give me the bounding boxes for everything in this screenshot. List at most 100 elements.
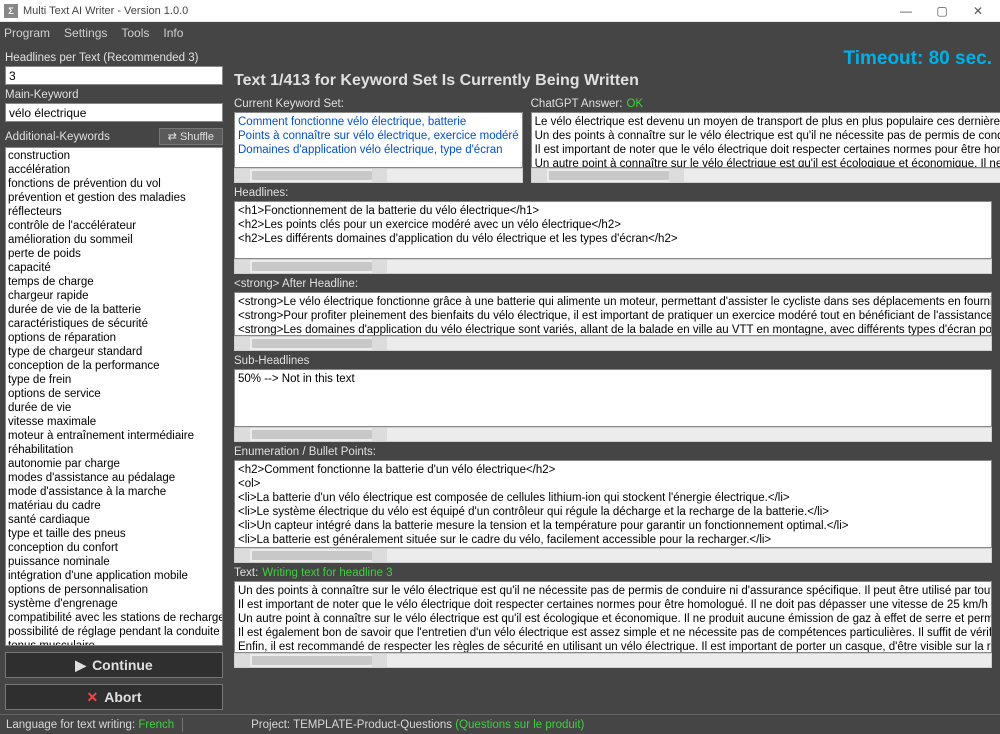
h-scrollbar[interactable] <box>234 336 992 351</box>
list-item[interactable]: système d'engrenage <box>8 597 220 611</box>
headlines-label: Headlines: <box>234 187 992 199</box>
panel-line: Le vélo électrique est devenu un moyen d… <box>535 115 1000 129</box>
progress-heading: Text 1/413 for Keyword Set Is Currently … <box>234 72 992 90</box>
additional-keywords-label: Additional-Keywords <box>5 131 110 143</box>
panel-line: Points à connaître sur vélo électrique, … <box>238 129 519 143</box>
panel-line: <li>La batterie d'un vélo électrique est… <box>238 491 988 505</box>
panel-line: <strong>Le vélo électrique fonctionne gr… <box>238 295 988 309</box>
panel-line: 50% --> Not in this text <box>238 372 988 386</box>
main-keyword-input[interactable] <box>5 103 223 122</box>
h-scrollbar[interactable] <box>234 427 992 442</box>
list-item[interactable]: tonus musculaire <box>8 639 220 646</box>
list-item[interactable]: chargeur rapide <box>8 289 220 303</box>
left-panel: Headlines per Text (Recommended 3) Main-… <box>0 44 228 714</box>
panel-line: Un des points à connaître sur le vélo él… <box>535 129 1000 143</box>
list-item[interactable]: caractéristiques de sécurité <box>8 317 220 331</box>
list-item[interactable]: amélioration du sommeil <box>8 233 220 247</box>
panel-line: <strong>Pour profiter pleinement des bie… <box>238 309 988 323</box>
panel-line: <li>Le système électrique du vélo est éq… <box>238 505 988 519</box>
list-item[interactable]: conception de la performance <box>8 359 220 373</box>
panel-line: <ol> <box>238 477 988 491</box>
minimize-button[interactable]: — <box>888 4 924 18</box>
maximize-button[interactable]: ▢ <box>924 4 960 18</box>
text-status: Writing text for headline 3 <box>262 567 392 579</box>
right-panel: Timeout: 80 sec. Text 1/413 for Keyword … <box>228 44 1000 714</box>
list-item[interactable]: durée de vie <box>8 401 220 415</box>
list-item[interactable]: perte de poids <box>8 247 220 261</box>
list-item[interactable]: mode d'assistance à la marche <box>8 485 220 499</box>
list-item[interactable]: options de service <box>8 387 220 401</box>
status-language-value: French <box>138 719 174 731</box>
list-item[interactable]: autonomie par charge <box>8 457 220 471</box>
list-item[interactable]: vitesse maximale <box>8 415 220 429</box>
panel-line: <h2>Comment fonctionne la batterie d'un … <box>238 463 988 477</box>
list-item[interactable]: fonctions de prévention du vol <box>8 177 220 191</box>
abort-button[interactable]: ✕ Abort <box>5 684 223 710</box>
list-item[interactable]: réflecteurs <box>8 205 220 219</box>
enumeration-panel[interactable]: <h2>Comment fonctionne la batterie d'un … <box>234 460 992 548</box>
h-scrollbar[interactable] <box>234 548 992 563</box>
h-scrollbar[interactable] <box>531 168 1000 183</box>
titlebar: Σ Multi Text AI Writer - Version 1.0.0 —… <box>0 0 1000 22</box>
menu-settings[interactable]: Settings <box>64 26 107 40</box>
list-item[interactable]: construction <box>8 149 220 163</box>
list-item[interactable]: réhabilitation <box>8 443 220 457</box>
panel-line: Un autre point à connaître sur le vélo é… <box>238 612 988 626</box>
h-scrollbar[interactable] <box>234 259 992 274</box>
status-project-label: Project: TEMPLATE-Product-Questions <box>251 719 452 731</box>
panel-line: <h2>Les points clés pour un exercice mod… <box>238 218 988 232</box>
list-item[interactable]: options de personnalisation <box>8 583 220 597</box>
shuffle-button[interactable]: ⇄ Shuffle <box>159 128 223 145</box>
list-item[interactable]: possibilité de réglage pendant la condui… <box>8 625 220 639</box>
close-button[interactable]: ✕ <box>960 4 996 18</box>
list-item[interactable]: intégration d'une application mobile <box>8 569 220 583</box>
list-item[interactable]: modes d'assistance au pédalage <box>8 471 220 485</box>
list-item[interactable]: type de frein <box>8 373 220 387</box>
current-keyword-set-panel[interactable]: Comment fonctionne vélo électrique, batt… <box>234 112 523 168</box>
chatgpt-answer-panel[interactable]: Le vélo électrique est devenu un moyen d… <box>531 112 1000 168</box>
list-item[interactable]: capacité <box>8 261 220 275</box>
after-headline-panel[interactable]: <strong>Le vélo électrique fonctionne gr… <box>234 292 992 336</box>
list-item[interactable]: type et taille des pneus <box>8 527 220 541</box>
additional-keywords-list[interactable]: constructionaccélérationfonctions de pré… <box>5 147 223 646</box>
list-item[interactable]: options de réparation <box>8 331 220 345</box>
list-item[interactable]: moteur à entraînement intermédiaire <box>8 429 220 443</box>
menu-info[interactable]: Info <box>163 26 183 40</box>
panel-line: <li>La durée de vie d'une batterie de vé… <box>238 547 988 548</box>
app-icon: Σ <box>4 4 18 18</box>
text-panel[interactable]: Un des points à connaître sur le vélo él… <box>234 581 992 653</box>
menu-tools[interactable]: Tools <box>121 26 149 40</box>
list-item[interactable]: accélération <box>8 163 220 177</box>
list-item[interactable]: compatibilité avec les stations de recha… <box>8 611 220 625</box>
close-icon: ✕ <box>86 689 98 706</box>
list-item[interactable]: contrôle de l'accélérateur <box>8 219 220 233</box>
list-item[interactable]: matériau du cadre <box>8 499 220 513</box>
list-item[interactable]: durée de vie de la batterie <box>8 303 220 317</box>
status-language-label: Language for text writing: <box>6 719 135 731</box>
list-item[interactable]: prévention et gestion des maladies <box>8 191 220 205</box>
panel-line: <strong>Les domaines d'application du vé… <box>238 323 988 336</box>
list-item[interactable]: puissance nominale <box>8 555 220 569</box>
timeout-text: Timeout: 80 sec. <box>234 48 992 70</box>
continue-button[interactable]: ▶ Continue <box>5 652 223 678</box>
h-scrollbar[interactable] <box>234 653 992 668</box>
panel-line: Enfin, il est recommandé de respecter le… <box>238 640 988 653</box>
headlines-per-text-input[interactable] <box>5 66 223 85</box>
list-item[interactable]: type de chargeur standard <box>8 345 220 359</box>
headlines-per-text-label: Headlines per Text (Recommended 3) <box>5 52 223 64</box>
panel-line: Un autre point à connaître sur le vélo é… <box>535 157 1000 168</box>
sub-headlines-panel[interactable]: 50% --> Not in this text <box>234 369 992 427</box>
list-item[interactable]: santé cardiaque <box>8 513 220 527</box>
headlines-panel[interactable]: <h1>Fonctionnement de la batterie du vél… <box>234 201 992 259</box>
menu-program[interactable]: Program <box>4 26 50 40</box>
panel-line: <h1>Fonctionnement de la batterie du vél… <box>238 204 988 218</box>
main-keyword-label: Main-Keyword <box>5 89 223 101</box>
h-scrollbar[interactable] <box>234 168 523 183</box>
list-item[interactable]: conception du confort <box>8 541 220 555</box>
status-project-paren: (Questions sur le produit) <box>455 719 584 731</box>
panel-line: <li>La batterie est généralement située … <box>238 533 988 547</box>
list-item[interactable]: temps de charge <box>8 275 220 289</box>
panel-line: Il est également bon de savoir que l'ent… <box>238 626 988 640</box>
panel-line: <h2>Les différents domaines d'applicatio… <box>238 232 988 246</box>
panel-line: Comment fonctionne vélo électrique, batt… <box>238 115 519 129</box>
